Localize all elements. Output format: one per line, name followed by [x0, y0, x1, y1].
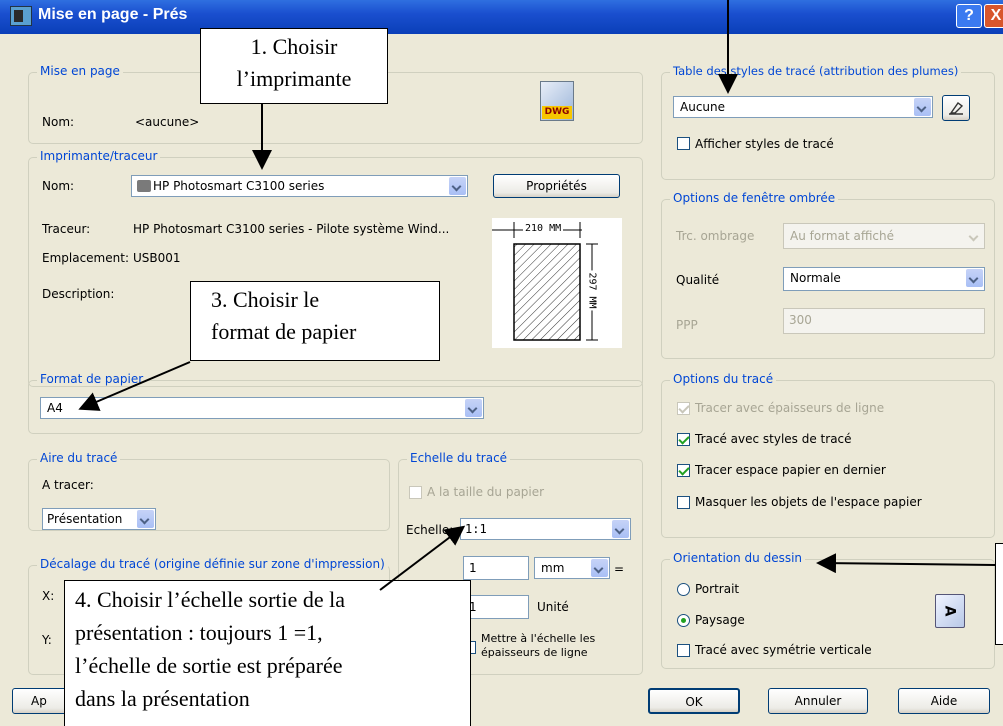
arrow-orientation	[816, 553, 996, 574]
arrow-format	[78, 361, 191, 411]
annotation-arrows	[78, 0, 996, 591]
arrow-echelle	[379, 525, 466, 591]
